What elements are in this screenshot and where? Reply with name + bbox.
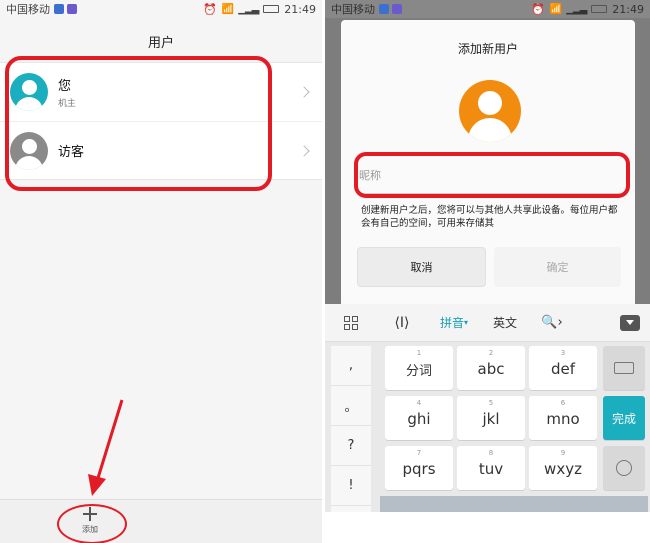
search-icon[interactable]: 🔍› <box>529 304 575 342</box>
key-4[interactable]: 4 ghi <box>385 396 453 440</box>
done-key[interactable]: 完成 <box>603 396 645 440</box>
t9-keyboard: , 。 ? ! 1 分词 2 abc 3 def 4 ghi 5 jkl 6 m… <box>325 342 650 512</box>
key-label: wxyz <box>544 460 582 478</box>
key-label: def <box>550 360 576 378</box>
hide-keyboard-button[interactable] <box>610 304 650 342</box>
alarm-icon: ⏰ <box>531 2 545 16</box>
pinyin-label: 拼音 <box>439 316 464 330</box>
annotation-arrow-icon <box>88 399 124 496</box>
clock-label: 21:49 <box>612 2 644 16</box>
dialog-title: 添加新用户 <box>457 42 518 56</box>
carrier-label: 中国移动 <box>331 3 375 16</box>
signal-icon: ▁▂▃ <box>566 3 587 15</box>
key-number: 4 <box>416 399 422 407</box>
key-label: abc <box>477 360 505 378</box>
key-8[interactable]: 8 tuv <box>457 446 525 490</box>
punctuation-column: , 。 ? ! <box>331 346 371 512</box>
status-bar: 中国移动 ⏰ 📶 ▁▂▃ 21:49 <box>325 0 650 18</box>
punct-key[interactable]: ! <box>331 466 371 506</box>
emoji-icon <box>616 460 632 476</box>
cancel-button[interactable]: 取消 <box>357 247 486 287</box>
key-label: jkl <box>482 410 500 428</box>
key-label: pqrs <box>402 460 436 478</box>
ime-menu-button[interactable] <box>325 304 377 342</box>
battery-icon <box>591 5 608 13</box>
key-label: 分词 <box>405 364 432 379</box>
add-user-screen: 中国移动 ⏰ 📶 ▁▂▃ 21:49 添加新用户 创建新用户之后，您将可以与其他… <box>325 0 650 543</box>
ime-toolbar: ⟨I⟩ 拼音 ▾ 英文 🔍› <box>325 304 650 342</box>
key-6[interactable]: 6 mno <box>529 396 597 440</box>
key-number: 1 <box>416 349 422 357</box>
cursor-move-icon[interactable]: ⟨I⟩ <box>377 304 427 342</box>
key-label: mno <box>546 410 580 428</box>
punct-key[interactable]: ? <box>331 426 371 466</box>
backspace-icon <box>614 362 634 374</box>
key-number: 7 <box>416 449 422 457</box>
english-mode-tab[interactable]: 英文 <box>481 304 529 342</box>
key-number: 2 <box>488 349 494 357</box>
key-number: 5 <box>488 399 494 407</box>
notification-icon <box>392 4 402 14</box>
confirm-button[interactable]: 确定 <box>494 247 621 287</box>
key-7[interactable]: 7 pqrs <box>385 446 453 490</box>
key-2[interactable]: 2 abc <box>457 346 525 390</box>
key-9[interactable]: 9 wxyz <box>529 446 597 490</box>
punct-key[interactable]: , <box>331 346 371 386</box>
dialog-description: 创建新用户之后，您将可以与其他人共享此设备。每位用户都会有自己的空间，可用来存储… <box>361 205 618 229</box>
key-3[interactable]: 3 def <box>529 346 597 390</box>
key-number: 8 <box>488 449 494 457</box>
keyboard-bottom-row <box>380 496 648 512</box>
key-number: 6 <box>560 399 566 407</box>
key-5[interactable]: 5 jkl <box>457 396 525 440</box>
key-number: 9 <box>560 449 566 457</box>
done-label: 完成 <box>611 411 636 426</box>
annotation-highlight-box <box>354 152 630 198</box>
emoji-key[interactable] <box>603 446 645 490</box>
key-label: tuv <box>478 460 504 478</box>
punct-key[interactable]: 。 <box>331 386 371 426</box>
screen-margin <box>325 512 650 543</box>
backspace-key[interactable] <box>603 346 645 390</box>
notification-icon <box>379 4 389 14</box>
pinyin-mode-tab[interactable]: 拼音 ▾ <box>427 304 481 342</box>
wifi-icon: 📶 <box>549 3 562 15</box>
grid-icon <box>344 315 358 330</box>
key-number: 3 <box>560 349 566 357</box>
new-user-avatar-icon[interactable] <box>459 80 521 142</box>
user-settings-screen: 中国移动 ⏰ 📶 ▁▂▃ 21:49 用户 您 机主 访客 添加 <box>0 0 322 543</box>
keyboard-hide-icon <box>620 314 640 331</box>
key-1[interactable]: 1 分词 <box>385 346 453 390</box>
key-label: ghi <box>407 410 431 428</box>
